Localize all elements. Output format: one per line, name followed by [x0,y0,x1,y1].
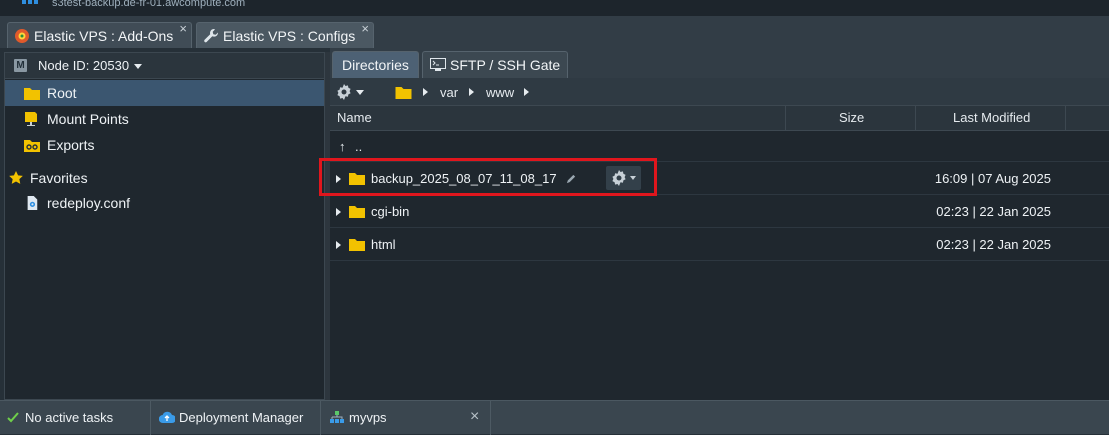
deployment-manager-button[interactable]: Deployment Manager [151,401,321,435]
node-icon: M [14,59,27,72]
favorite-label: redeploy.conf [47,195,131,211]
expand-icon[interactable] [336,208,341,216]
chevron-down-icon [134,64,143,70]
chevron-right-icon [423,88,428,96]
tab-label: Directories [342,57,409,73]
chevron-right-icon [469,88,474,96]
env-label: myvps [349,410,387,425]
subtabs: Directories SFTP / SSH Gate [330,48,1109,78]
status-bar: No active tasks Deployment Manager myvps… [0,400,1109,435]
tab-add-ons[interactable]: Elastic VPS : Add-Ons × [7,22,192,48]
table-row[interactable]: cgi-bin 02:23 | 22 Jan 2025 [330,195,1109,228]
row-modified: 02:23 | 22 Jan 2025 [936,204,1051,219]
favorites-header: Favorites [5,165,324,191]
gear-icon [337,84,351,100]
config-file-icon [27,196,38,210]
tab-sftp-ssh-gate[interactable]: SFTP / SSH Gate [422,51,568,78]
row-name: html [371,237,396,252]
row-name: cgi-bin [371,204,410,219]
breadcrumb-var[interactable]: var [440,85,458,100]
mount-folder-icon [25,112,37,126]
right-panel: Directories SFTP / SSH Gate var www Name… [330,48,1109,400]
settings-menu-button[interactable] [336,83,370,101]
column-size[interactable]: Size [786,106,916,130]
exports-icon [24,140,40,152]
app-logo-icon [22,0,38,4]
favorite-item-redeploy[interactable]: redeploy.conf [5,190,324,216]
top-bar: s3test-backup.de-fr-01.awcompute.com [0,0,1109,16]
column-last-modified[interactable]: Last Modified [916,106,1066,130]
environment-icon [330,411,344,423]
tab-label: SFTP / SSH Gate [450,57,561,73]
node-label: Node ID: 20530 [38,58,130,73]
path-toolbar: var www [330,78,1109,106]
tab-label: Elastic VPS : Configs [223,28,356,44]
breadcrumb-www[interactable]: www [486,85,514,100]
parent-dir-label: .. [355,139,363,154]
editor-tabs: Elastic VPS : Add-Ons × Elastic VPS : Co… [0,16,1109,48]
folder-icon [349,239,365,251]
wrench-icon [204,29,219,43]
favorites-label: Favorites [30,170,88,186]
tab-directories[interactable]: Directories [332,51,419,78]
row-modified: 16:09 | 07 Aug 2025 [934,171,1051,186]
folder-icon [349,206,365,218]
deployment-manager-label: Deployment Manager [179,410,304,425]
table-row[interactable]: html 02:23 | 22 Jan 2025 [330,228,1109,261]
tab-label: Elastic VPS : Add-Ons [34,28,174,44]
sidebar-item-label: Root [47,85,77,101]
column-name[interactable]: Name [330,106,786,130]
tab-configs[interactable]: Elastic VPS : Configs × [196,22,374,48]
expand-icon[interactable] [336,241,341,249]
close-icon[interactable]: × [179,22,187,35]
sidebar-item-label: Exports [47,137,95,153]
sidebar-item-root[interactable]: Root [5,80,324,106]
folder-icon [24,88,40,100]
env-tab-myvps[interactable]: myvps × [321,401,491,435]
sidebar-item-label: Mount Points [47,111,129,127]
addons-icon [15,29,29,43]
left-panel: M Node ID: 20530 Root Mount Points Expor… [4,52,325,400]
chevron-down-icon [356,90,364,95]
chevron-right-icon [524,88,529,96]
table-header: Name Size Last Modified [330,106,1109,131]
cloud-upload-icon [159,411,175,424]
star-icon [9,171,23,184]
sidebar-item-exports[interactable]: Exports [5,132,324,158]
tasks-status[interactable]: No active tasks [0,401,151,435]
row-modified: 02:23 | 22 Jan 2025 [936,237,1051,252]
sidebar-item-mount-points[interactable]: Mount Points [5,106,324,132]
check-icon [7,412,19,423]
host-url: s3test-backup.de-fr-01.awcompute.com [52,0,246,9]
folder-icon[interactable] [395,85,412,99]
close-icon[interactable]: × [361,22,369,35]
terminal-icon [430,58,446,71]
up-arrow-icon: ↑ [339,139,346,154]
highlight-box [319,158,657,196]
tasks-label: No active tasks [25,410,114,425]
close-icon[interactable]: × [470,408,479,426]
node-selector[interactable]: M Node ID: 20530 [5,53,324,79]
